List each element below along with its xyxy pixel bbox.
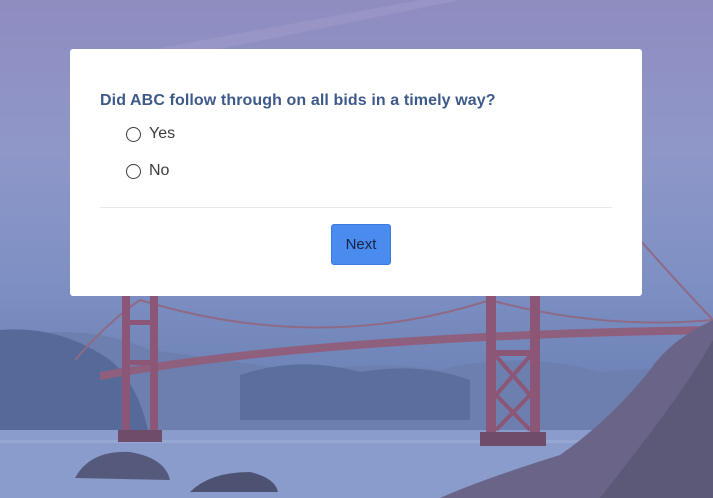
survey-page: Did ABC follow through on all bids in a … — [0, 0, 713, 498]
next-button[interactable]: Next — [331, 224, 391, 265]
option-yes[interactable]: Yes — [126, 125, 175, 143]
option-yes-label[interactable]: Yes — [149, 125, 175, 143]
divider — [100, 207, 612, 208]
survey-question: Did ABC follow through on all bids in a … — [100, 92, 496, 109]
no-radio-button[interactable] — [126, 163, 141, 179]
option-no[interactable]: No — [126, 162, 169, 180]
yes-radio-button[interactable] — [126, 126, 141, 142]
option-no-label[interactable]: No — [149, 162, 169, 180]
survey-card: Did ABC follow through on all bids in a … — [70, 49, 642, 296]
